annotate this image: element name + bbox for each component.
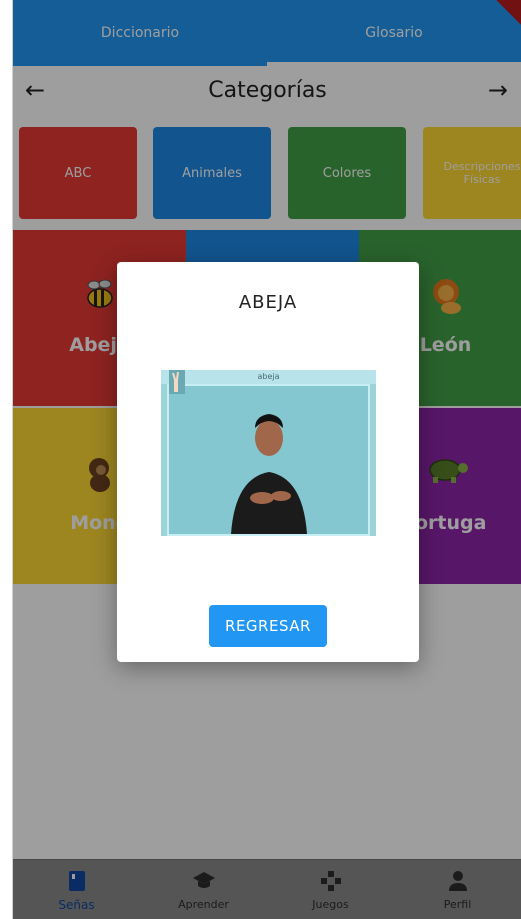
- regresar-button[interactable]: REGRESAR: [209, 605, 327, 647]
- hand-sign-icon: [169, 370, 185, 394]
- app-screen: Diccionario Glosario ← Categorías → ABC …: [12, 0, 521, 919]
- dialog-title: ABEJA: [238, 292, 298, 313]
- sign-dialog: ABEJA abeja REGRESAR: [117, 262, 419, 662]
- sign-video[interactable]: abeja: [161, 370, 376, 536]
- video-caption: abeja: [161, 370, 376, 384]
- signer-figure-icon: [231, 414, 307, 534]
- video-frame: [167, 384, 370, 536]
